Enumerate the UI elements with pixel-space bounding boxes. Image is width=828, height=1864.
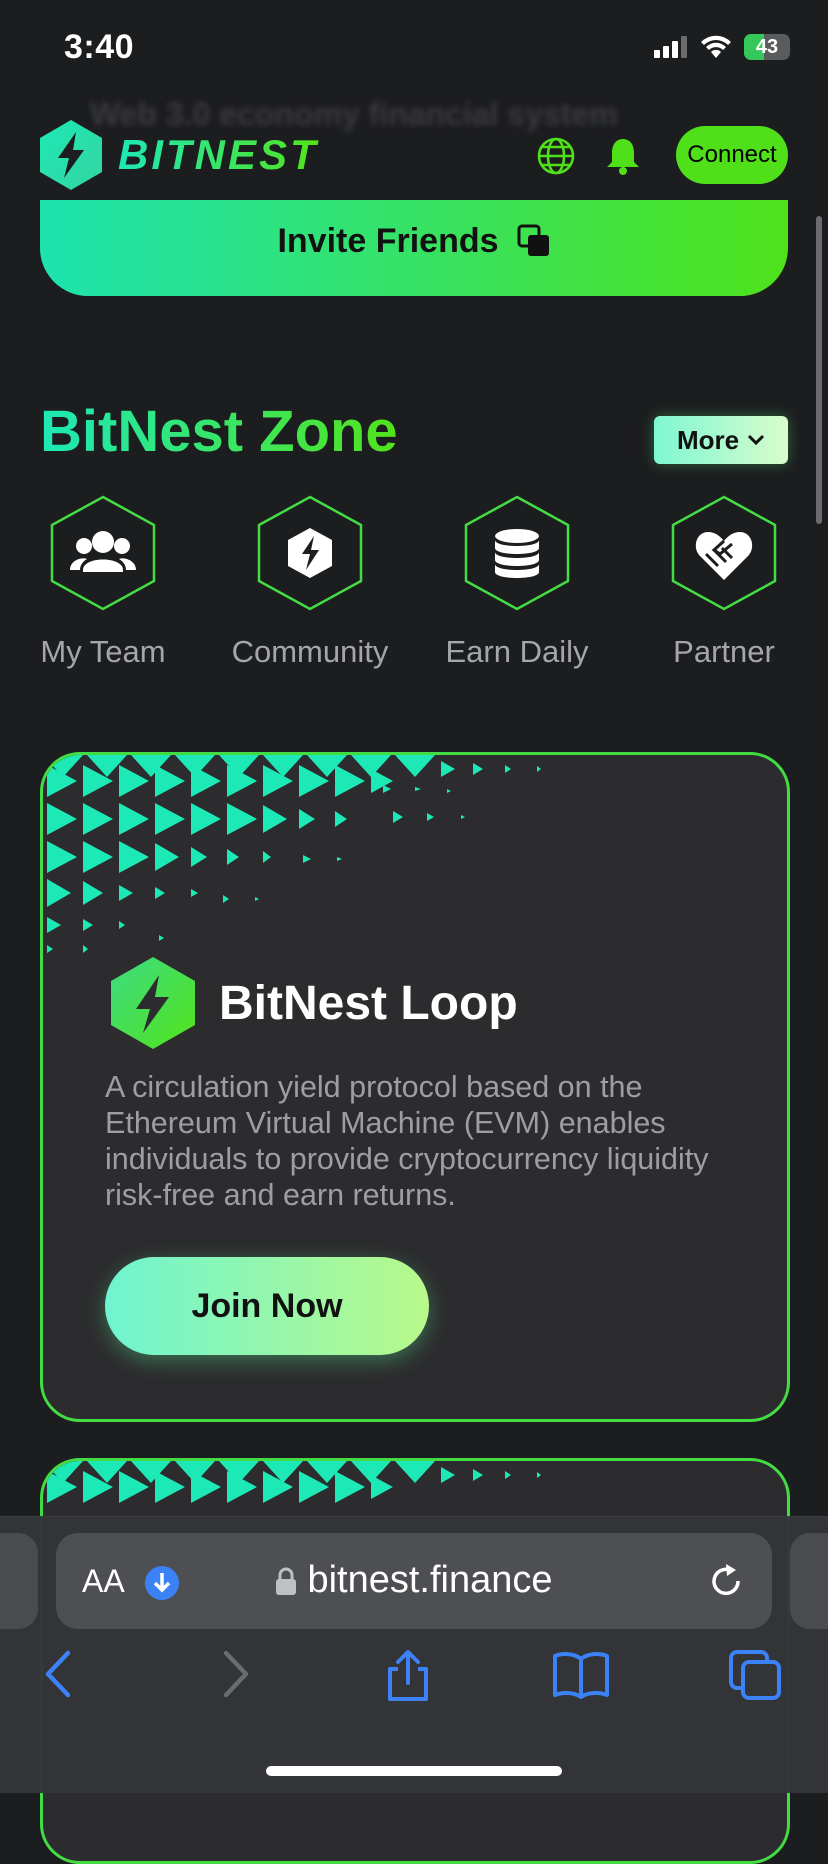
address-bar[interactable]: AA bitnest.finance (56, 1533, 772, 1629)
more-label: More (676, 424, 740, 455)
zone-item-community[interactable]: Community (215, 494, 405, 670)
zone-item-label: Community (231, 634, 389, 669)
bitnest-loop-card: BitNest Loop A circulation yield protoco… (40, 752, 790, 1422)
bitnest-loop-logo-icon (111, 957, 195, 1049)
lock-icon (276, 1567, 297, 1595)
invite-label: Invite Friends (277, 221, 499, 260)
handshake-heart-icon (671, 495, 777, 611)
coins-stack-icon (464, 495, 570, 611)
url-text: bitnest.finance (307, 1559, 553, 1601)
zone-item-label: Earn Daily (445, 634, 589, 669)
url-display[interactable]: bitnest.finance (56, 1559, 772, 1602)
next-tab-preview[interactable] (790, 1533, 828, 1629)
brand-name: BITNEST (118, 131, 319, 178)
status-bar: 3:40 43 (0, 0, 828, 96)
invite-friends-button[interactable]: Invite Friends (40, 200, 788, 296)
join-now-button[interactable]: Join Now (105, 1257, 429, 1355)
back-icon[interactable] (40, 1649, 76, 1699)
zone-item-partner[interactable]: Partner (629, 494, 819, 670)
more-button[interactable]: More (654, 416, 788, 464)
reload-icon[interactable] (706, 1561, 746, 1601)
loop-card-header: BitNest Loop (109, 955, 518, 1051)
brand-logo[interactable]: BITNEST (38, 118, 319, 192)
triangle-pattern (43, 755, 541, 953)
zone-item-label: My Team (40, 634, 166, 669)
browser-toolbar: AA bitnest.finance (0, 1516, 828, 1793)
bell-icon[interactable] (604, 136, 642, 176)
copy-icon[interactable] (517, 224, 551, 258)
zone-item-my-team[interactable]: My Team (8, 494, 198, 670)
bolt-hex-icon (257, 495, 363, 611)
connect-button[interactable]: Connect (676, 126, 788, 184)
forward-icon[interactable] (218, 1649, 254, 1699)
bitnest-logo-icon (40, 120, 102, 190)
zone-item-label: Partner (673, 634, 775, 669)
globe-icon[interactable] (536, 136, 576, 176)
site-header: Web 3.0 economy financial system BITNEST… (0, 96, 828, 216)
signal-icon (654, 36, 687, 58)
scrollbar[interactable] (816, 216, 822, 524)
previous-tab-preview[interactable] (0, 1533, 38, 1629)
zone-item-earn-daily[interactable]: Earn Daily (422, 494, 612, 670)
loop-card-description: A circulation yield protocol based on th… (105, 1070, 709, 1212)
zone-title: BitNest Zone (40, 399, 398, 464)
status-time: 3:40 (64, 28, 135, 66)
triangle-pattern (43, 1461, 541, 1503)
battery-level: 43 (755, 35, 779, 58)
zone-grid: My Team Community Earn Daily Partner (0, 494, 828, 674)
share-icon[interactable] (384, 1649, 432, 1701)
bookmarks-icon[interactable] (552, 1649, 610, 1699)
chevron-down-icon (748, 434, 765, 446)
wifi-icon (701, 35, 731, 58)
loop-card-title: BitNest Loop (219, 976, 518, 1030)
status-icons: 43 (654, 34, 790, 60)
home-indicator[interactable] (266, 1766, 562, 1776)
tabs-icon[interactable] (728, 1649, 784, 1701)
users-icon (50, 495, 156, 611)
battery-charging-icon: 43 (744, 34, 790, 60)
